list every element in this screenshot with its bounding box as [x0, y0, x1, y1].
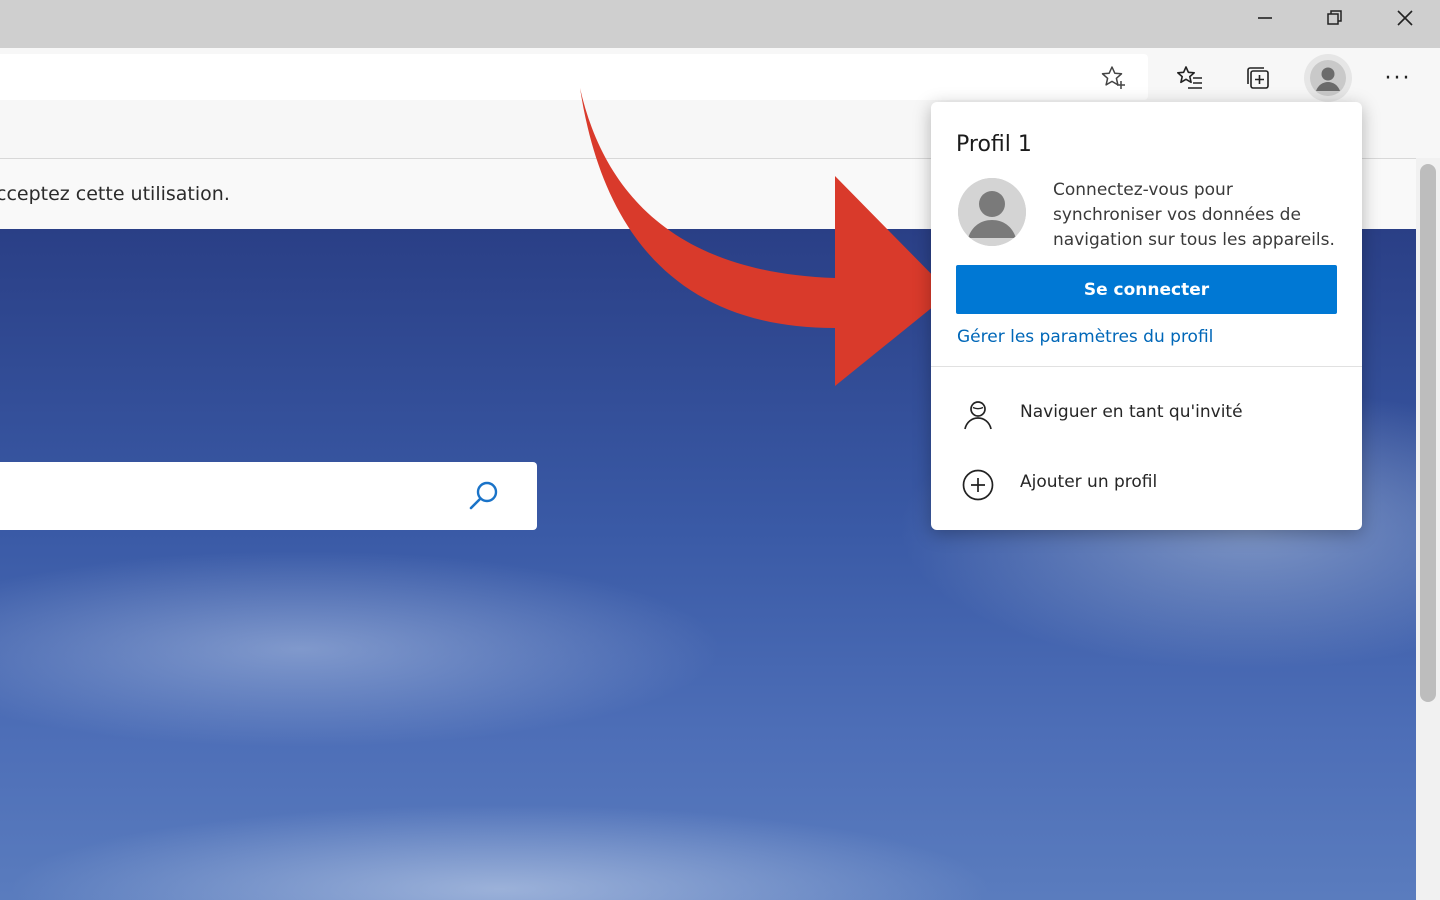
red-arrow-icon [580, 88, 950, 386]
scrollbar-thumb[interactable] [1420, 164, 1436, 702]
manage-profile-link[interactable]: Gérer les paramètres du profil [957, 327, 1213, 347]
menu-item-guest[interactable]: Naviguer en tant qu'invité [931, 384, 1362, 444]
minimize-icon [1258, 17, 1272, 19]
restore-icon [1327, 10, 1342, 25]
collections-button[interactable] [1236, 56, 1280, 100]
avatar-icon [1310, 60, 1346, 96]
profile-flyout: Profil 1 Connectez-vous pour synchronise… [931, 102, 1362, 530]
signin-button[interactable]: Se connecter [956, 265, 1337, 314]
ellipsis-icon: ··· [1384, 65, 1412, 91]
search-input[interactable] [0, 462, 537, 530]
star-add-icon [1101, 66, 1125, 89]
menu-item-label: Ajouter un profil [1020, 472, 1158, 492]
favorites-button[interactable] [1168, 56, 1212, 100]
divider [931, 366, 1362, 367]
add-circle-icon [962, 469, 994, 501]
minimize-button[interactable] [1230, 0, 1300, 36]
add-favorite-button[interactable] [1092, 56, 1136, 100]
profile-avatar [958, 178, 1026, 246]
title-bar [0, 0, 1440, 48]
guest-person-icon [964, 401, 992, 430]
close-button[interactable] [1370, 0, 1440, 36]
profile-button[interactable] [1304, 54, 1352, 102]
avatar-icon [958, 178, 1026, 246]
search-icon[interactable] [466, 478, 502, 514]
notice-text: cceptez cette utilisation. [0, 183, 230, 205]
menu-item-label: Naviguer en tant qu'invité [1020, 402, 1243, 422]
collections-icon [1247, 67, 1269, 89]
menu-item-add-profile[interactable]: Ajouter un profil [931, 454, 1362, 514]
more-button[interactable]: ··· [1376, 56, 1420, 100]
favorites-list-icon [1177, 66, 1202, 89]
profile-description: Connectez-vous pour synchroniser vos don… [1053, 180, 1335, 250]
profile-title: Profil 1 [956, 132, 1032, 157]
restore-button[interactable] [1300, 0, 1370, 36]
close-icon [1397, 10, 1413, 26]
